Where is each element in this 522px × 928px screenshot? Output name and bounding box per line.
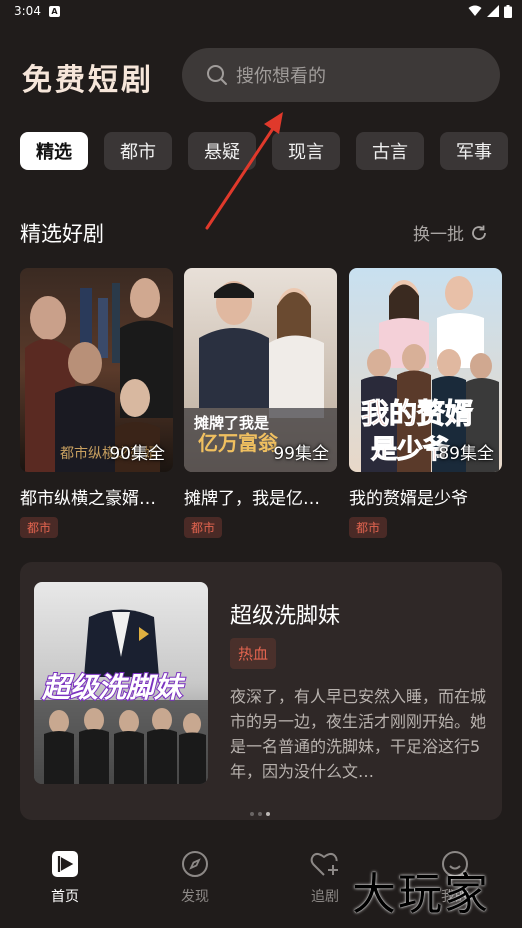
signal-icon: [487, 5, 499, 17]
poster-text-line2: 亿万富翁: [198, 431, 279, 455]
nav-home[interactable]: 首页: [15, 850, 115, 906]
featured-banner[interactable]: 超级洗脚妹 超级洗脚妹 热血 夜深了，有人早已安然入睡，而在城市的另一边，夜生活…: [20, 562, 502, 820]
featured-genre-tag: 热血: [230, 638, 277, 669]
featured-poster-text: 超级洗脚妹: [41, 671, 186, 704]
refresh-button[interactable]: 换一批: [413, 220, 488, 245]
drama-card[interactable]: 我的赘婿 是少爷 89集全 我的赘婿是少爷 都市: [349, 268, 502, 538]
drama-title: 我的赘婿是少爷: [349, 489, 468, 509]
header: 免费短剧 搜你想看的: [0, 44, 522, 106]
tab-featured[interactable]: 精选: [20, 132, 88, 170]
carousel-indicator: [250, 812, 270, 816]
nav-discover[interactable]: 发现: [145, 850, 245, 906]
featured-poster-image: 超级洗脚妹: [34, 582, 208, 784]
category-tabs: 精选 都市 悬疑 现言 古言 军事: [20, 132, 508, 170]
watermark: 大玩家: [352, 869, 490, 920]
carousel-dot: [258, 812, 262, 816]
status-bar: 3:04 A: [0, 0, 522, 22]
tab-military[interactable]: 军事: [440, 132, 508, 170]
battery-icon: [504, 4, 512, 18]
genre-tag: 都市: [20, 517, 59, 538]
featured-title: 超级洗脚妹: [230, 604, 341, 629]
carousel-dot-active: [266, 812, 270, 816]
status-time: 3:04: [14, 4, 41, 18]
app-title: 免费短剧: [22, 63, 154, 98]
episode-count: 90集全: [109, 444, 165, 464]
episode-count: 89集全: [438, 444, 494, 464]
nav-label: 首页: [51, 889, 79, 905]
drama-title: 都市纵横之豪婿…: [20, 489, 156, 509]
genre-tag: 都市: [349, 517, 388, 538]
search-placeholder: 搜你想看的: [236, 66, 326, 87]
section-title: 精选好剧: [20, 222, 104, 246]
featured-poster[interactable]: 超级洗脚妹: [34, 582, 208, 784]
refresh-label: 换一批: [413, 225, 464, 245]
tab-modern-romance[interactable]: 现言: [272, 132, 340, 170]
tab-urban[interactable]: 都市: [104, 132, 172, 170]
tab-ancient-romance[interactable]: 古言: [356, 132, 424, 170]
search-bar[interactable]: 搜你想看的: [182, 48, 500, 102]
refresh-icon: [472, 225, 486, 240]
drama-poster[interactable]: 摊牌了我是 亿万富翁 99集全: [184, 268, 337, 472]
drama-poster[interactable]: 我的赘婿 是少爷 89集全: [349, 268, 502, 472]
home-play-icon: [52, 851, 78, 877]
tab-suspense[interactable]: 悬疑: [188, 132, 256, 170]
compass-icon: [182, 851, 208, 877]
drama-card-list: 都市纵横之豪婿 90集全 都市纵横之豪婿… 都市 摊牌了我是 亿万富翁 99集全…: [20, 268, 502, 540]
poster-text-line1: 我的赘婿: [361, 397, 473, 430]
poster-text-line1: 摊牌了我是: [194, 414, 270, 432]
drama-card[interactable]: 都市纵横之豪婿 90集全 都市纵横之豪婿… 都市: [20, 268, 173, 538]
notification-icon: A: [48, 5, 60, 17]
drama-poster[interactable]: 都市纵横之豪婿 90集全: [20, 268, 173, 472]
nav-label: 发现: [181, 889, 209, 905]
episode-count: 99集全: [273, 444, 329, 464]
section-header: 精选好剧 换一批: [20, 214, 500, 250]
carousel-dot: [250, 812, 254, 816]
wifi-icon: [468, 5, 482, 16]
search-icon: [207, 65, 227, 85]
featured-description: 夜深了，有人早已安然入睡，而在城市的另一边，夜生活才刚刚开始。她是一名普通的洗脚…: [230, 687, 487, 781]
heart-plus-icon: [310, 853, 338, 876]
genre-tag: 都市: [184, 517, 223, 538]
drama-title: 摊牌了，我是亿…: [184, 489, 320, 509]
drama-card[interactable]: 摊牌了我是 亿万富翁 99集全 摊牌了，我是亿… 都市: [184, 268, 337, 538]
